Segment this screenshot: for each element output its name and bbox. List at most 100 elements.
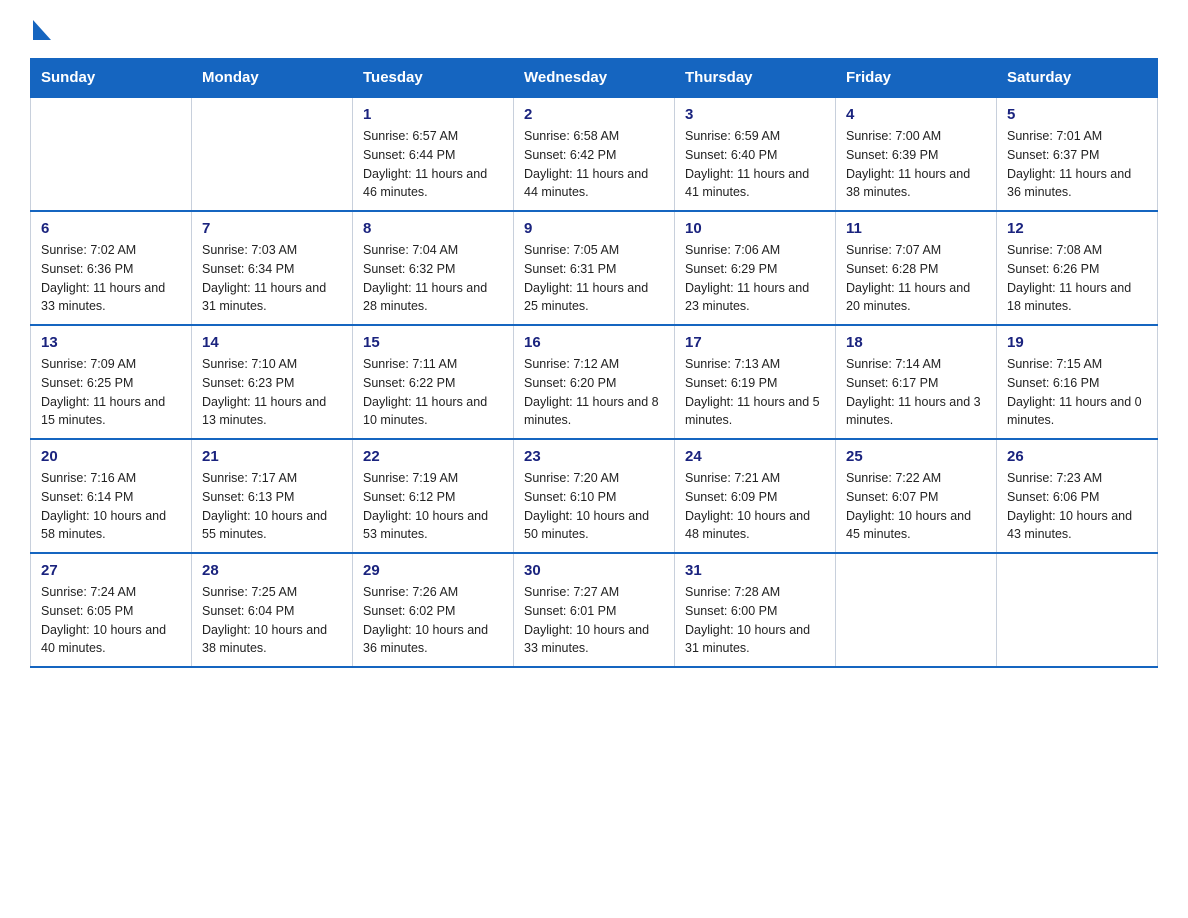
day-info: Sunrise: 7:15 AMSunset: 6:16 PMDaylight:… [1007, 355, 1147, 430]
day-info: Sunrise: 7:26 AMSunset: 6:02 PMDaylight:… [363, 583, 503, 658]
calendar-day-5: 5 Sunrise: 7:01 AMSunset: 6:37 PMDaylight… [997, 97, 1158, 211]
day-info: Sunrise: 7:24 AMSunset: 6:05 PMDaylight:… [41, 583, 181, 658]
calendar-day-4: 4 Sunrise: 7:00 AMSunset: 6:39 PMDaylight… [836, 97, 997, 211]
calendar-day-25: 25 Sunrise: 7:22 AMSunset: 6:07 PMDayligh… [836, 439, 997, 553]
calendar-day-19: 19 Sunrise: 7:15 AMSunset: 6:16 PMDayligh… [997, 325, 1158, 439]
calendar-day-7: 7 Sunrise: 7:03 AMSunset: 6:34 PMDaylight… [192, 211, 353, 325]
day-info: Sunrise: 7:12 AMSunset: 6:20 PMDaylight:… [524, 355, 664, 430]
calendar-day-28: 28 Sunrise: 7:25 AMSunset: 6:04 PMDayligh… [192, 553, 353, 667]
day-number: 16 [524, 334, 664, 351]
day-info: Sunrise: 6:57 AMSunset: 6:44 PMDaylight:… [363, 127, 503, 202]
day-number: 22 [363, 448, 503, 465]
calendar-day-9: 9 Sunrise: 7:05 AMSunset: 6:31 PMDaylight… [514, 211, 675, 325]
day-number: 13 [41, 334, 181, 351]
day-number: 7 [202, 220, 342, 237]
day-info: Sunrise: 7:25 AMSunset: 6:04 PMDaylight:… [202, 583, 342, 658]
calendar-day-3: 3 Sunrise: 6:59 AMSunset: 6:40 PMDaylight… [675, 97, 836, 211]
day-number: 24 [685, 448, 825, 465]
calendar-day-27: 27 Sunrise: 7:24 AMSunset: 6:05 PMDayligh… [31, 553, 192, 667]
logo-triangle-icon [33, 20, 51, 40]
day-number: 9 [524, 220, 664, 237]
day-info: Sunrise: 7:13 AMSunset: 6:19 PMDaylight:… [685, 355, 825, 430]
calendar-day-21: 21Sunrise: 7:17 AMSunset: 6:13 PMDayligh… [192, 439, 353, 553]
calendar-day-16: 16 Sunrise: 7:12 AMSunset: 6:20 PMDayligh… [514, 325, 675, 439]
day-info: Sunrise: 7:10 AMSunset: 6:23 PMDaylight:… [202, 355, 342, 430]
weekday-header-sunday: Sunday [31, 59, 192, 98]
day-info: Sunrise: 7:04 AMSunset: 6:32 PMDaylight:… [363, 241, 503, 316]
day-number: 6 [41, 220, 181, 237]
calendar-day-1: 1 Sunrise: 6:57 AMSunset: 6:44 PMDaylight… [353, 97, 514, 211]
day-number: 19 [1007, 334, 1147, 351]
calendar-day-11: 11 Sunrise: 7:07 AMSunset: 6:28 PMDayligh… [836, 211, 997, 325]
day-info: Sunrise: 7:07 AMSunset: 6:28 PMDaylight:… [846, 241, 986, 316]
day-info: Sunrise: 7:08 AMSunset: 6:26 PMDaylight:… [1007, 241, 1147, 316]
day-number: 28 [202, 562, 342, 579]
calendar-week-row: 13 Sunrise: 7:09 AMSunset: 6:25 PMDayligh… [31, 325, 1158, 439]
day-info: Sunrise: 7:14 AMSunset: 6:17 PMDaylight:… [846, 355, 986, 430]
day-number: 5 [1007, 106, 1147, 123]
weekday-header-saturday: Saturday [997, 59, 1158, 98]
day-info: Sunrise: 7:03 AMSunset: 6:34 PMDaylight:… [202, 241, 342, 316]
day-info: Sunrise: 7:01 AMSunset: 6:37 PMDaylight:… [1007, 127, 1147, 202]
calendar-day-31: 31 Sunrise: 7:28 AMSunset: 6:00 PMDayligh… [675, 553, 836, 667]
weekday-header-monday: Monday [192, 59, 353, 98]
calendar-day-2: 2Sunrise: 6:58 AMSunset: 6:42 PMDaylight… [514, 97, 675, 211]
calendar-day-20: 20Sunrise: 7:16 AMSunset: 6:14 PMDayligh… [31, 439, 192, 553]
day-number: 12 [1007, 220, 1147, 237]
calendar-day-10: 10Sunrise: 7:06 AMSunset: 6:29 PMDayligh… [675, 211, 836, 325]
day-info: Sunrise: 7:05 AMSunset: 6:31 PMDaylight:… [524, 241, 664, 316]
day-info: Sunrise: 7:09 AMSunset: 6:25 PMDaylight:… [41, 355, 181, 430]
day-number: 3 [685, 106, 825, 123]
calendar-day-12: 12 Sunrise: 7:08 AMSunset: 6:26 PMDayligh… [997, 211, 1158, 325]
day-info: Sunrise: 7:02 AMSunset: 6:36 PMDaylight:… [41, 241, 181, 316]
day-number: 8 [363, 220, 503, 237]
day-number: 31 [685, 562, 825, 579]
day-number: 21 [202, 448, 342, 465]
day-info: Sunrise: 7:21 AMSunset: 6:09 PMDaylight:… [685, 469, 825, 544]
day-info: Sunrise: 7:28 AMSunset: 6:00 PMDaylight:… [685, 583, 825, 658]
day-number: 14 [202, 334, 342, 351]
calendar-empty-cell [997, 553, 1158, 667]
day-info: Sunrise: 6:58 AMSunset: 6:42 PMDaylight:… [524, 127, 664, 202]
logo [30, 20, 51, 40]
weekday-header-thursday: Thursday [675, 59, 836, 98]
day-number: 29 [363, 562, 503, 579]
calendar-day-8: 8 Sunrise: 7:04 AMSunset: 6:32 PMDaylight… [353, 211, 514, 325]
calendar-day-15: 15 Sunrise: 7:11 AMSunset: 6:22 PMDayligh… [353, 325, 514, 439]
calendar-day-23: 23 Sunrise: 7:20 AMSunset: 6:10 PMDayligh… [514, 439, 675, 553]
day-number: 18 [846, 334, 986, 351]
day-number: 27 [41, 562, 181, 579]
page-header [30, 20, 1158, 40]
calendar-day-18: 18 Sunrise: 7:14 AMSunset: 6:17 PMDayligh… [836, 325, 997, 439]
day-info: Sunrise: 7:27 AMSunset: 6:01 PMDaylight:… [524, 583, 664, 658]
calendar-day-14: 14 Sunrise: 7:10 AMSunset: 6:23 PMDayligh… [192, 325, 353, 439]
day-info: Sunrise: 7:20 AMSunset: 6:10 PMDaylight:… [524, 469, 664, 544]
calendar-day-30: 30 Sunrise: 7:27 AMSunset: 6:01 PMDayligh… [514, 553, 675, 667]
day-number: 23 [524, 448, 664, 465]
calendar-day-26: 26Sunrise: 7:23 AMSunset: 6:06 PMDayligh… [997, 439, 1158, 553]
day-info: Sunrise: 6:59 AMSunset: 6:40 PMDaylight:… [685, 127, 825, 202]
day-info: Sunrise: 7:11 AMSunset: 6:22 PMDaylight:… [363, 355, 503, 430]
calendar-day-13: 13 Sunrise: 7:09 AMSunset: 6:25 PMDayligh… [31, 325, 192, 439]
day-info: Sunrise: 7:00 AMSunset: 6:39 PMDaylight:… [846, 127, 986, 202]
calendar-week-row: 1 Sunrise: 6:57 AMSunset: 6:44 PMDaylight… [31, 97, 1158, 211]
day-number: 11 [846, 220, 986, 237]
weekday-header-wednesday: Wednesday [514, 59, 675, 98]
day-number: 20 [41, 448, 181, 465]
day-number: 26 [1007, 448, 1147, 465]
calendar-empty-cell [31, 97, 192, 211]
calendar-week-row: 27 Sunrise: 7:24 AMSunset: 6:05 PMDayligh… [31, 553, 1158, 667]
day-number: 25 [846, 448, 986, 465]
calendar-day-29: 29 Sunrise: 7:26 AMSunset: 6:02 PMDayligh… [353, 553, 514, 667]
calendar-week-row: 20Sunrise: 7:16 AMSunset: 6:14 PMDayligh… [31, 439, 1158, 553]
calendar-week-row: 6 Sunrise: 7:02 AMSunset: 6:36 PMDaylight… [31, 211, 1158, 325]
day-number: 17 [685, 334, 825, 351]
day-number: 15 [363, 334, 503, 351]
day-number: 30 [524, 562, 664, 579]
day-info: Sunrise: 7:22 AMSunset: 6:07 PMDaylight:… [846, 469, 986, 544]
weekday-header-tuesday: Tuesday [353, 59, 514, 98]
day-number: 4 [846, 106, 986, 123]
calendar-empty-cell [192, 97, 353, 211]
day-number: 1 [363, 106, 503, 123]
day-info: Sunrise: 7:06 AMSunset: 6:29 PMDaylight:… [685, 241, 825, 316]
